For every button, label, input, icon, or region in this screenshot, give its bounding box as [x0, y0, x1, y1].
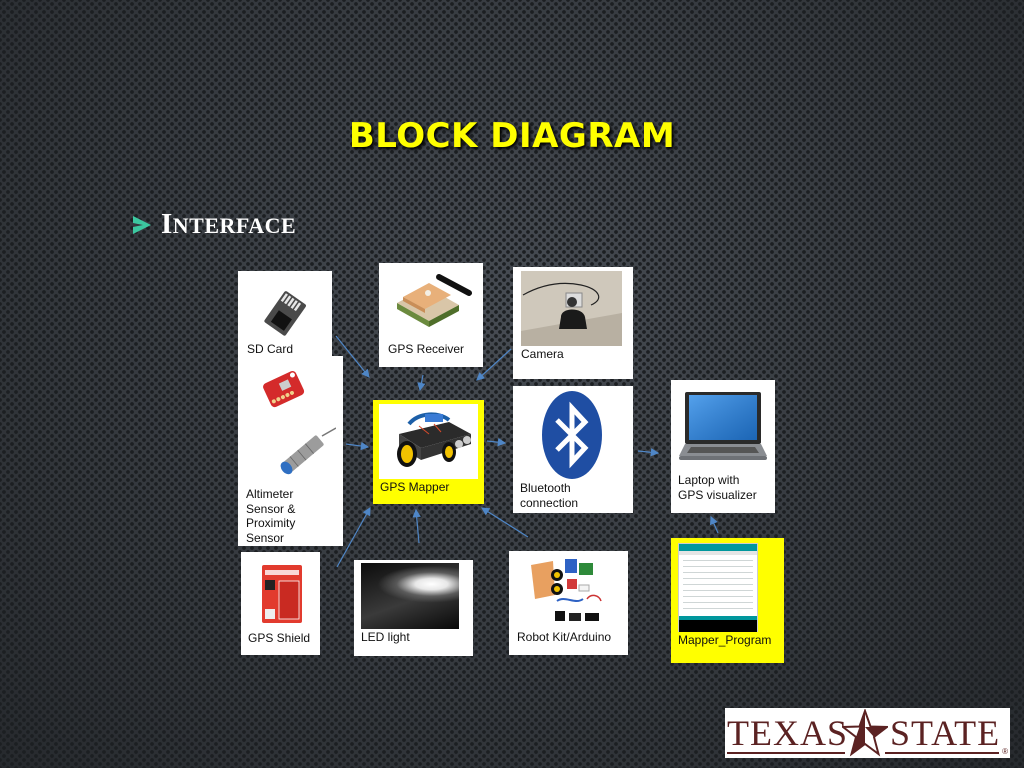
block-label-line: connection — [520, 495, 579, 510]
ide-code-lines — [683, 557, 753, 614]
block-label: GPS Shield — [248, 631, 311, 645]
ide-toolbar — [679, 544, 757, 551]
arrow-gps-receiver-to-mapper — [417, 374, 426, 392]
logo-underline-left — [727, 752, 845, 754]
logo-text-right: STATE — [890, 713, 1001, 753]
block-bluetooth: Bluetooth connection — [513, 386, 633, 513]
block-laptop: Laptop with GPS visualizer — [671, 380, 775, 513]
block-label-line: Sensor — [246, 530, 285, 545]
altimeter-and-proximity-sensor-image — [263, 371, 336, 475]
block-mapper-program: Mapper_Program — [671, 538, 784, 663]
block-label-line: Laptop with — [678, 473, 740, 487]
arrow-sensors-to-mapper — [345, 441, 370, 451]
arrow-bullet-icon — [133, 215, 151, 234]
block-gps-receiver: GPS Receiver — [379, 263, 483, 367]
block-camera: Camera — [513, 267, 633, 379]
bullet-rest: NTERFACE — [172, 213, 297, 238]
bullet-first-letter: I — [161, 208, 173, 240]
robot-car-frame — [379, 404, 478, 479]
arrow-bluetooth-to-laptop — [637, 448, 660, 457]
block-label-line: GPS visualizer — [678, 487, 757, 502]
block-label: GPS Receiver — [388, 342, 465, 356]
bluetooth-logo — [542, 391, 602, 479]
block-label-line: Bluetooth — [520, 481, 571, 495]
block-led: LED light — [354, 560, 473, 656]
robot-car-image — [397, 412, 471, 467]
block-label: Camera — [521, 347, 564, 361]
webcam-image — [521, 271, 622, 346]
block-label: GPS Mapper — [380, 480, 450, 494]
block-gps-shield: GPS Shield — [241, 552, 320, 655]
block-sd-card: SD Card — [238, 271, 332, 359]
bullet-text: INTERFACE — [161, 208, 296, 241]
block-label: Robot Kit/Arduino — [517, 630, 612, 644]
sd-card-image — [264, 291, 306, 336]
led-light-image — [361, 563, 459, 629]
arrow-program-to-laptop — [710, 515, 719, 534]
block-label: LED light — [361, 630, 410, 644]
laptop-image — [679, 392, 767, 460]
ide-console — [679, 620, 757, 632]
logo-text-left: TEXAS — [727, 713, 848, 753]
arrow-mapper-to-bluetooth — [486, 438, 507, 447]
block-label-line: Sensor & — [246, 501, 296, 516]
slide-title: BLOCK DIAGRAM — [348, 116, 676, 156]
block-label: Mapper_Program — [678, 633, 772, 647]
block-gps-mapper: GPS Mapper — [373, 400, 484, 504]
logo-underline-right — [885, 752, 999, 754]
block-label-line: Proximity — [246, 516, 296, 530]
block-robot-kit: Robot Kit/Arduino — [509, 551, 628, 655]
ide-tab — [679, 551, 757, 555]
arrow-led-to-mapper — [412, 508, 421, 544]
bullet-interface: INTERFACE — [133, 208, 296, 241]
arduino-ide-screenshot — [678, 543, 758, 632]
gps-shield-package-image — [262, 565, 302, 623]
registered-mark: ® — [1002, 747, 1008, 756]
lone-star-icon — [842, 709, 888, 757]
robot-kit-parts-image — [531, 559, 602, 621]
block-label-line: Altimeter — [246, 487, 294, 501]
gps-receiver-module-image — [397, 274, 472, 327]
block-label: SD Card — [247, 342, 294, 356]
block-sensors: Altimeter Sensor & Proximity Sensor — [238, 356, 343, 546]
texas-state-logo: TEXAS STATE ® — [725, 708, 1010, 758]
